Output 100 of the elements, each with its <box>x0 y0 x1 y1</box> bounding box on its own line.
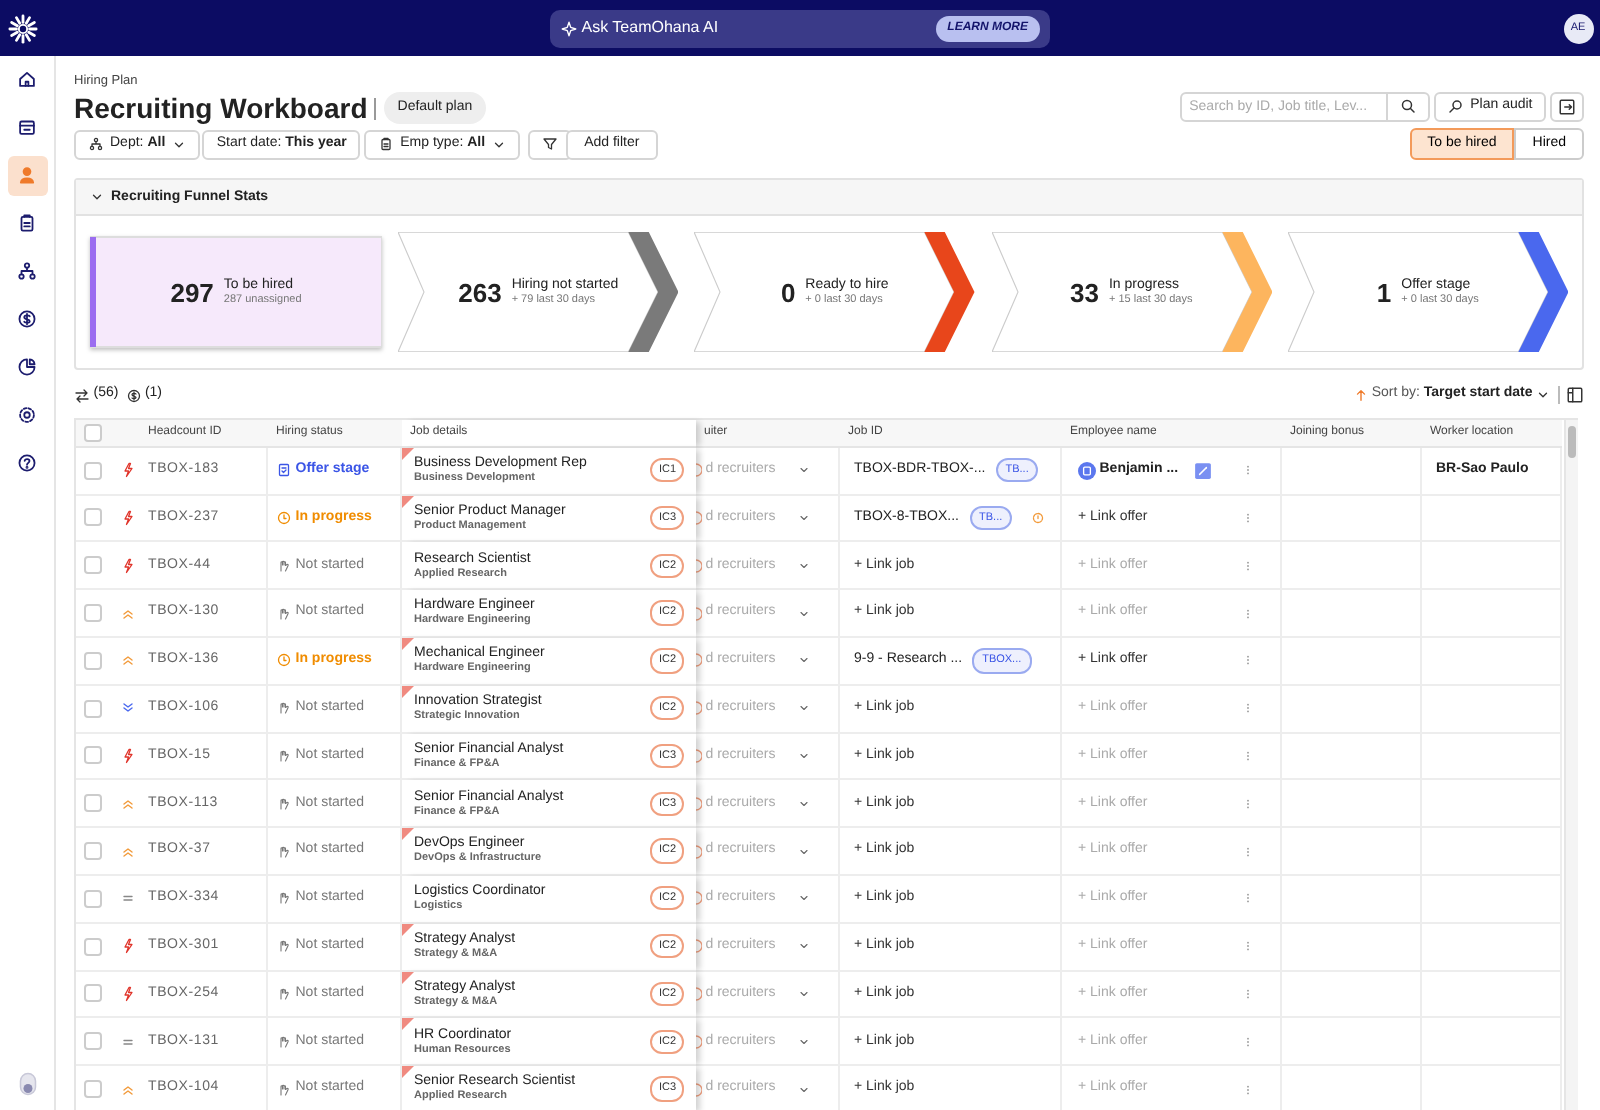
sparkle-icon <box>560 19 578 37</box>
dollar-icon <box>16 308 38 331</box>
avatar-placeholder-icon <box>696 938 702 955</box>
caret-icon <box>798 702 810 715</box>
row-checkbox[interactable] <box>84 842 102 861</box>
title-divider-icon <box>374 97 377 120</box>
avatar-placeholder-icon <box>696 652 702 669</box>
stage-count: 297 <box>170 275 214 312</box>
avatar-placeholder-icon <box>696 843 702 860</box>
table-cell <box>1422 685 1562 734</box>
employee-avatar <box>1078 461 1096 480</box>
home-icon <box>16 68 38 91</box>
person-icon <box>16 164 38 187</box>
org-chart-icon <box>88 136 104 153</box>
avatar-placeholder-icon <box>696 747 702 764</box>
org-chart-icon <box>16 260 38 283</box>
caret-icon <box>798 940 810 953</box>
avatar-placeholder-icon <box>696 700 702 717</box>
table-cell <box>1422 875 1562 924</box>
clipboard-icon <box>16 212 38 235</box>
table-cell <box>1422 780 1562 829</box>
row-checkbox[interactable] <box>84 461 102 480</box>
avatar-placeholder-icon <box>696 462 702 479</box>
help-icon <box>16 452 38 475</box>
avatar-placeholder-icon <box>696 1033 702 1050</box>
row-checkbox[interactable] <box>84 937 102 956</box>
caret-icon <box>1536 388 1550 403</box>
swap-arrows-icon <box>74 387 90 404</box>
caret-icon <box>171 137 186 152</box>
filter-button[interactable] <box>528 129 573 160</box>
stage-chevron[interactable] <box>694 232 975 353</box>
stage-count: 1 <box>1376 275 1392 312</box>
caret-icon <box>798 749 810 762</box>
row-checkbox[interactable] <box>84 508 102 527</box>
document-icon <box>378 136 395 153</box>
sort-arrow-icon <box>1354 388 1369 403</box>
caret-icon <box>798 607 810 620</box>
search-icon <box>1400 98 1417 115</box>
table-cell <box>1422 923 1562 972</box>
offer-badge-icon <box>1194 461 1213 480</box>
table-cell <box>1422 971 1562 1019</box>
stage-chevron[interactable] <box>1287 232 1568 353</box>
row-checkbox[interactable] <box>84 556 102 575</box>
ai-prompt-text: Ask TeamOhana AI <box>581 16 719 40</box>
row-checkbox[interactable] <box>84 699 102 718</box>
row-checkbox[interactable] <box>84 651 102 670</box>
stage-chevron[interactable] <box>398 232 679 353</box>
filter-icon <box>542 136 559 153</box>
avatar-placeholder-icon <box>696 557 702 574</box>
caret-icon <box>798 511 810 524</box>
pie-chart-icon <box>16 356 38 379</box>
avatar-placeholder-icon <box>696 605 702 622</box>
calendar-icon <box>16 116 38 139</box>
caret-icon <box>798 654 810 667</box>
row-checkbox[interactable] <box>84 746 102 765</box>
panel-exit-icon <box>1558 97 1576 116</box>
avatar-placeholder-icon <box>696 985 702 1002</box>
table-cell <box>1422 637 1562 686</box>
caret-icon <box>798 1035 810 1048</box>
stage-chevron[interactable] <box>991 232 1272 353</box>
avatar-placeholder-icon <box>696 795 702 812</box>
page-title: Recruiting Workboard <box>74 91 368 126</box>
toolbar-divider-icon <box>1557 386 1559 405</box>
caret-icon <box>798 797 810 810</box>
table-cell <box>1422 590 1562 638</box>
row-checkbox[interactable] <box>84 604 102 623</box>
table-cell <box>1422 542 1562 591</box>
table-cell <box>1422 828 1562 876</box>
scrollbar[interactable] <box>1564 419 1578 1110</box>
caret-icon <box>798 987 810 1000</box>
caret-icon <box>491 137 506 152</box>
magnifier-icon <box>1448 98 1465 115</box>
row-checkbox[interactable] <box>84 1032 102 1051</box>
avatar-placeholder-icon <box>696 1081 702 1098</box>
caret-icon <box>798 464 810 477</box>
caret-icon <box>798 845 810 858</box>
avatar-placeholder-icon <box>696 890 702 907</box>
sun-logo-icon <box>7 13 37 43</box>
settings-icon <box>16 404 38 427</box>
row-checkbox[interactable] <box>84 984 102 1003</box>
table-cell <box>1422 495 1562 543</box>
caret-icon <box>798 559 810 572</box>
dollar-icon <box>125 387 142 404</box>
caret-icon <box>798 892 810 905</box>
row-checkbox[interactable] <box>84 889 102 908</box>
row-checkbox[interactable] <box>84 794 102 813</box>
table-cell <box>1422 733 1562 781</box>
toggle-icon[interactable] <box>15 1070 39 1098</box>
stage-count: 33 <box>1070 275 1099 312</box>
select-all-checkbox[interactable] <box>84 423 102 442</box>
collapse-panel-button[interactable] <box>1550 91 1584 122</box>
selected-stage-card[interactable] <box>90 232 382 353</box>
table-cell <box>1422 1018 1562 1067</box>
row-checkbox[interactable] <box>84 1080 102 1099</box>
columns-icon[interactable] <box>1566 386 1584 405</box>
avatar-placeholder-icon <box>696 509 702 526</box>
stage-count: 0 <box>780 275 796 312</box>
table-cell <box>1282 447 1422 496</box>
stage-count: 263 <box>458 275 502 312</box>
caret-icon <box>798 1083 810 1096</box>
